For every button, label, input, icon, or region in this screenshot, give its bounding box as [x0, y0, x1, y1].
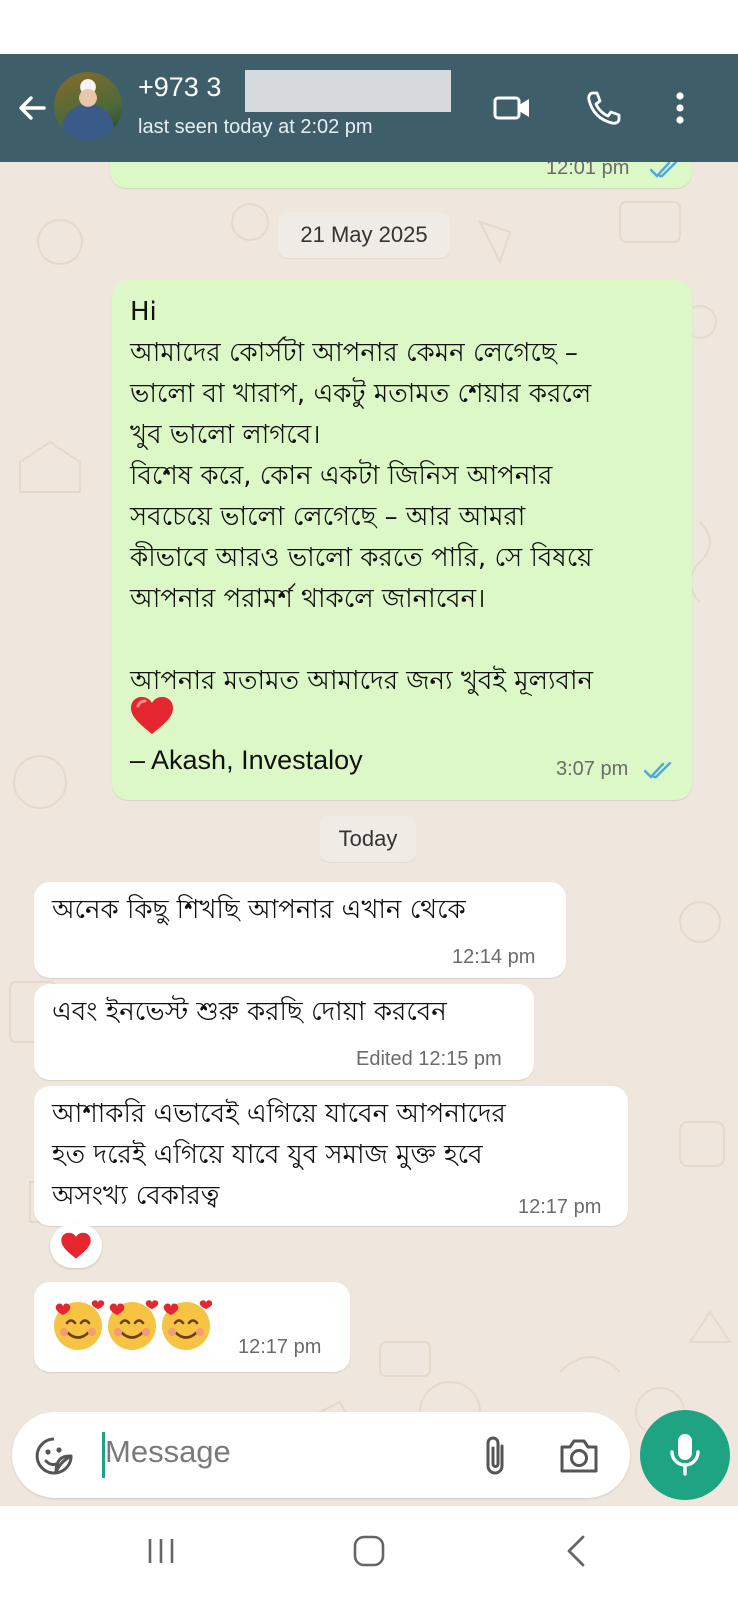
video-call-icon[interactable] — [492, 88, 532, 128]
message-signature: – Akash, Investaloy — [130, 745, 363, 775]
red-heart-emoji — [61, 1232, 91, 1259]
read-receipt-icon — [650, 162, 678, 178]
message-input[interactable]: Message — [105, 1434, 231, 1470]
home-icon[interactable] — [352, 1534, 386, 1568]
date-chip: 21 May 2025 — [278, 212, 450, 258]
message-time: 12:01 pm — [546, 162, 630, 179]
message-text: অনেক কিছু শিখছি আপনার এখান থেকে — [52, 895, 466, 925]
mic-icon — [670, 1434, 700, 1476]
red-heart-emoji — [131, 697, 173, 734]
message-time: Edited 12:15 pm — [356, 1048, 502, 1070]
avatar[interactable] — [54, 72, 122, 140]
recent-apps-icon[interactable] — [146, 1536, 176, 1566]
message-bubble-outgoing-prev[interactable]: 12:01 pm — [110, 162, 692, 188]
chat-area[interactable]: 12:01 pm 21 May 2025 Hi আমাদের কোর্সটা আ… — [0, 162, 738, 1502]
status-bar — [0, 0, 738, 54]
message-bubble-incoming[interactable]: অনেক কিছু শিখছি আপনার এখান থেকে 12:14 pm — [34, 882, 566, 978]
read-receipt-icon — [644, 762, 672, 779]
contact-number[interactable]: +973 3 — [138, 72, 221, 103]
message-reaction[interactable] — [50, 1224, 102, 1268]
date-chip: Today — [320, 816, 416, 862]
message-bubble-incoming[interactable]: আশাকরি এভাবেই এগিয়ে যাবেন আপনাদের হত দর… — [34, 1086, 628, 1226]
voice-record-button[interactable] — [640, 1410, 730, 1500]
attach-icon[interactable] — [480, 1434, 510, 1478]
voice-call-icon[interactable] — [584, 88, 624, 128]
message-input-bar: Message — [12, 1412, 630, 1498]
more-options-icon[interactable] — [664, 88, 696, 128]
smiling-face-with-hearts-emoji — [54, 1300, 212, 1350]
message-time: 12:17 pm — [238, 1336, 322, 1358]
last-seen-status: last seen today at 2:02 pm — [138, 116, 373, 138]
message-time: 12:17 pm — [518, 1196, 602, 1218]
message-text: Hi আমাদের কোর্সটা আপনার কেমন লেগেছে – ভা… — [130, 297, 594, 696]
chat-header: +973 3 last seen today at 2:02 pm — [0, 54, 738, 162]
emoji-sticker-icon[interactable] — [34, 1436, 74, 1476]
camera-icon[interactable] — [558, 1436, 600, 1476]
back-arrow-icon[interactable] — [14, 90, 50, 126]
system-navigation-bar — [0, 1506, 738, 1600]
redaction-box — [245, 70, 451, 112]
message-bubble-incoming[interactable]: 12:17 pm — [34, 1282, 350, 1372]
message-bubble-incoming[interactable]: এবং ইনভেস্ট শুরু করছি দোয়া করবেন Edited… — [34, 984, 534, 1080]
message-bubble-outgoing[interactable]: Hi আমাদের কোর্সটা আপনার কেমন লেগেছে – ভা… — [112, 280, 692, 800]
message-time: 12:14 pm — [452, 946, 536, 968]
message-time: 3:07 pm — [556, 758, 629, 780]
message-text: এবং ইনভেস্ট শুরু করছি দোয়া করবেন — [52, 997, 447, 1027]
back-nav-icon[interactable] — [564, 1534, 588, 1568]
